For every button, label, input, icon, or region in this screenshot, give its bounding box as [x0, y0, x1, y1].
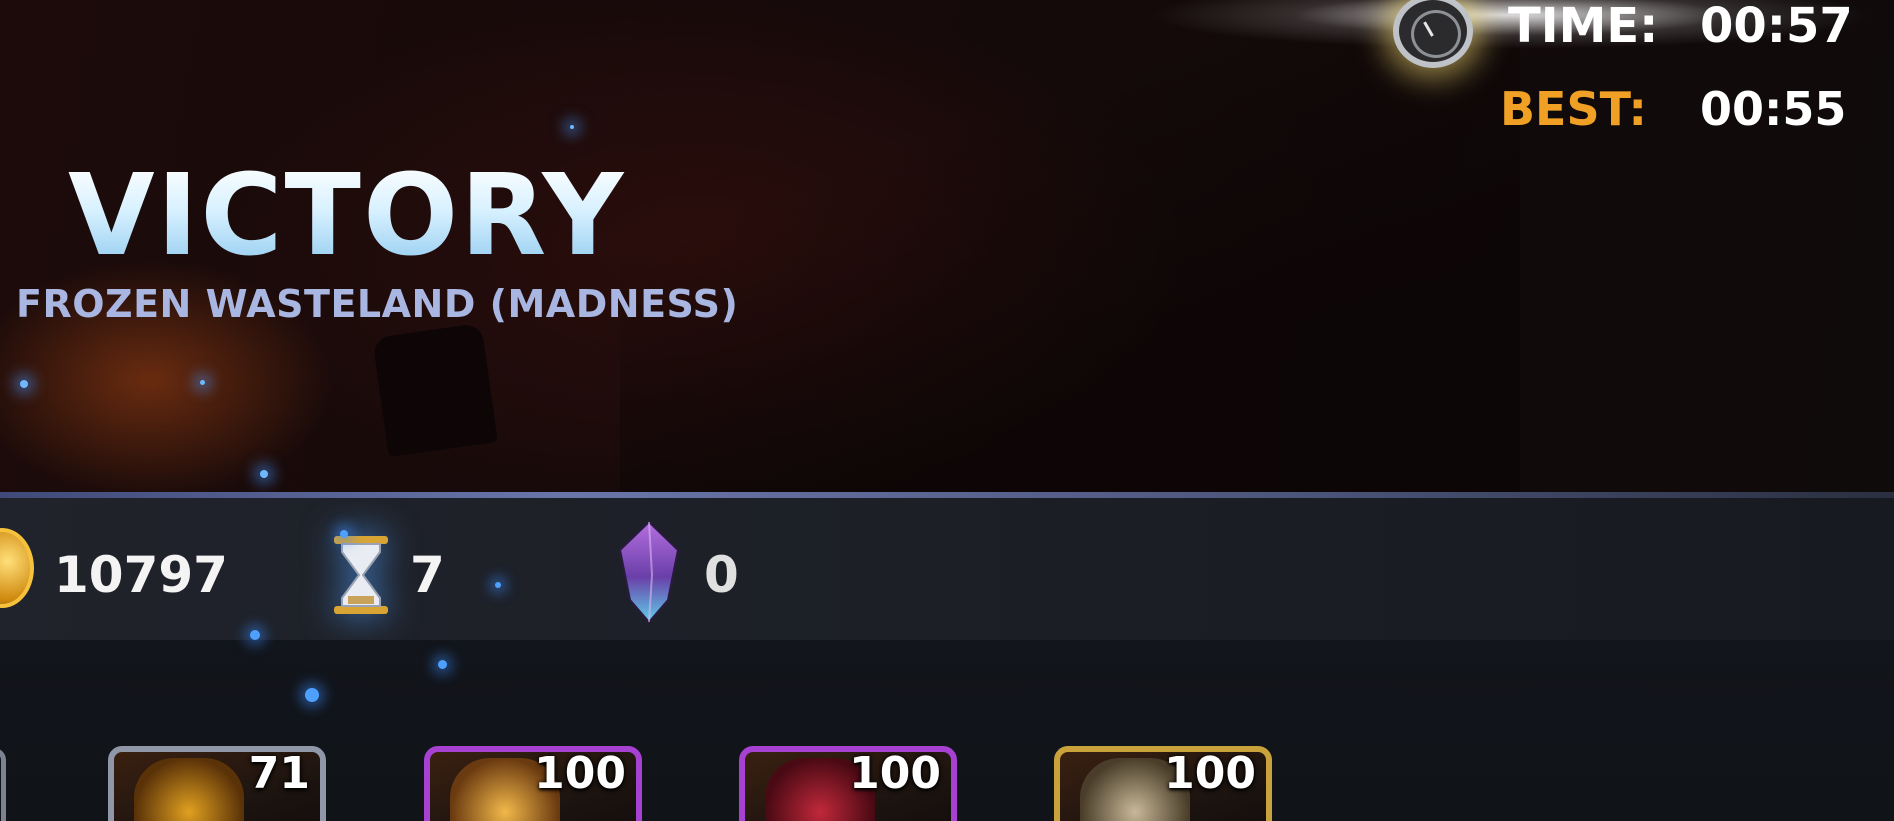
champion-level: 100 — [849, 748, 941, 799]
blue-spark — [570, 125, 574, 129]
champion-card[interactable]: 71 — [108, 746, 326, 821]
crystal-icon — [618, 520, 680, 624]
champion-card[interactable]: 100 — [739, 746, 957, 821]
blue-spark — [20, 380, 28, 388]
time-label: TIME: — [1508, 0, 1659, 54]
hourglass-icon — [334, 536, 388, 614]
champion-level: 100 — [534, 748, 626, 799]
blue-particle — [250, 630, 260, 640]
blue-particle — [438, 660, 447, 669]
gold-value: 10797 — [54, 546, 228, 604]
time-value: 00:57 — [1700, 0, 1853, 54]
champion-portrait — [134, 758, 244, 821]
champion-card[interactable]: 100 — [424, 746, 642, 821]
champion-card[interactable]: 100 — [1054, 746, 1272, 821]
rewards-bar — [0, 498, 1894, 640]
champion-level: 71 — [248, 748, 310, 799]
blue-spark — [200, 380, 205, 385]
best-label: BEST: — [1500, 82, 1647, 136]
victory-title: VICTORY — [68, 151, 626, 281]
crystal-value: 0 — [704, 546, 739, 604]
champion-level: 100 — [1164, 748, 1256, 799]
blue-particle — [340, 530, 348, 538]
scene-creature-silhouette — [372, 322, 498, 458]
blue-spark — [260, 470, 268, 478]
blue-particle — [495, 582, 501, 588]
blue-particle — [305, 688, 319, 702]
scene-shadow — [620, 0, 1520, 492]
hourglass-value: 7 — [410, 546, 445, 604]
champion-card-partial[interactable] — [0, 748, 6, 821]
quest-subtitle: FROZEN WASTELAND (MADNESS) — [16, 282, 739, 326]
best-value: 00:55 — [1700, 82, 1847, 136]
